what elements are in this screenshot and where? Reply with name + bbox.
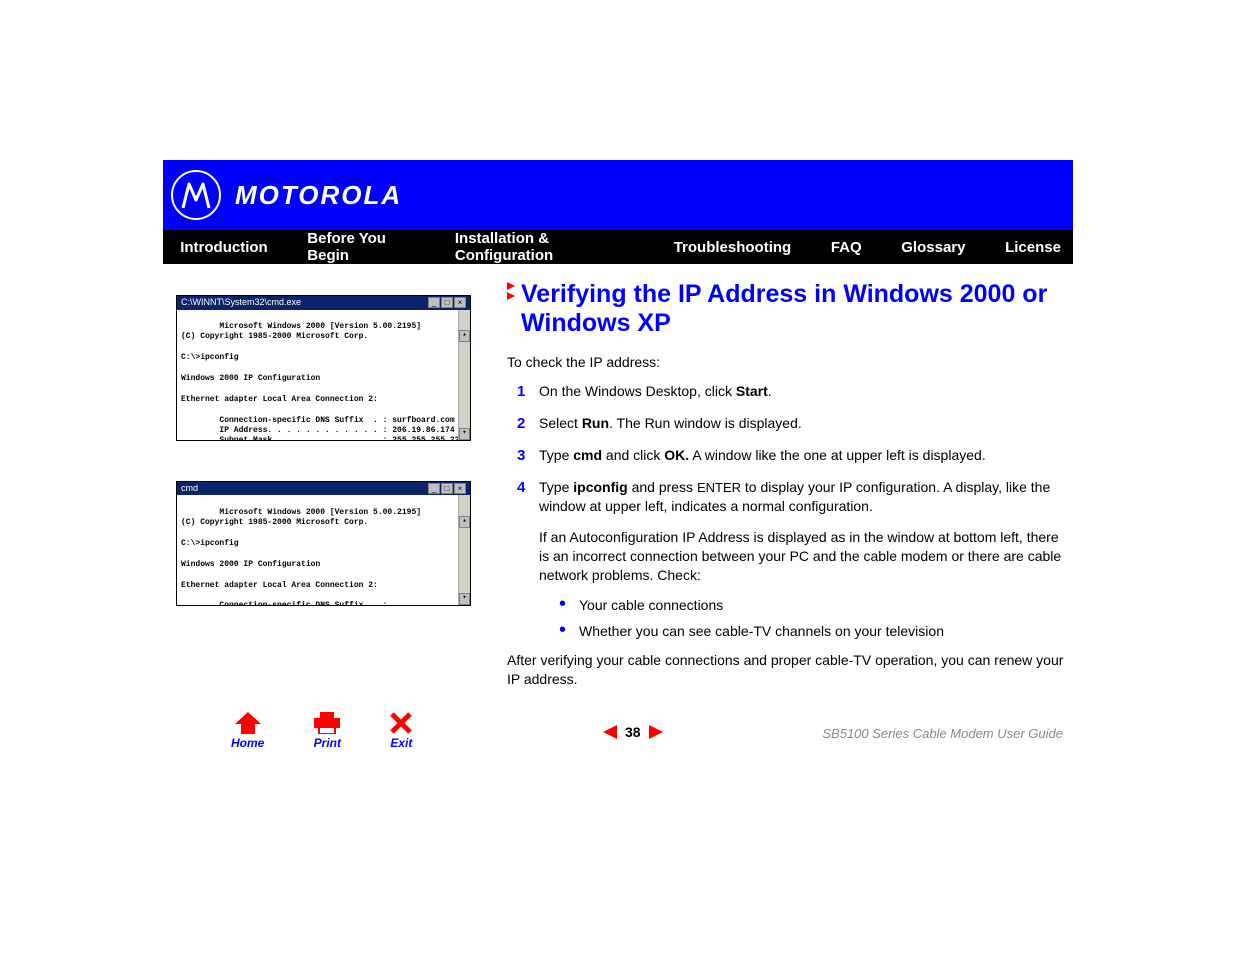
scroll-up-icon[interactable]: ▴ xyxy=(459,516,470,528)
motorola-logo-icon xyxy=(171,170,221,220)
print-label: Print xyxy=(314,736,341,750)
nav-before-you-begin[interactable]: Before You Begin xyxy=(295,230,427,264)
after-paragraph: After verifying your cable connections a… xyxy=(507,651,1067,689)
cmd-window-title: cmd xyxy=(181,483,198,495)
scroll-down-icon[interactable]: ▾ xyxy=(459,593,470,605)
check-item-cables: Your cable connections xyxy=(559,597,1067,613)
page-footer: Home Print Exit 38 SB5100 Series Cable M… xyxy=(163,712,1073,758)
home-label: Home xyxy=(231,736,264,750)
footer-actions: Home Print Exit xyxy=(231,712,412,750)
check-item-tv: Whether you can see cable-TV channels on… xyxy=(559,623,1067,639)
printer-icon xyxy=(312,712,342,734)
cmd-window-autoconfig: cmd _ □ × Microsoft Windows 2000 [Versio… xyxy=(176,481,471,607)
check-list: Your cable connections Whether you can s… xyxy=(559,597,1067,639)
nav-glossary[interactable]: Glossary xyxy=(889,239,977,256)
prev-page-button[interactable] xyxy=(603,725,617,739)
nav-introduction[interactable]: Introduction xyxy=(168,239,279,256)
scrollbar[interactable]: ▴ ▾ xyxy=(458,495,470,605)
window-controls: _ □ × xyxy=(428,483,466,494)
intro-text: To check the IP address: xyxy=(507,354,1067,370)
cmd-output: Microsoft Windows 2000 [Version 5.00.219… xyxy=(181,508,455,606)
close-icon[interactable]: × xyxy=(454,297,466,308)
cmd-output: Microsoft Windows 2000 [Version 5.00.219… xyxy=(181,322,470,440)
screenshot-column: C:\WINNT\System32\cmd.exe _ □ × Microsof… xyxy=(176,295,471,646)
scroll-up-icon[interactable]: ▴ xyxy=(459,330,470,342)
cmd-body: Microsoft Windows 2000 [Version 5.00.219… xyxy=(177,495,470,605)
nav-bar: Introduction Before You Begin Installati… xyxy=(163,230,1073,264)
step-3: 3Type cmd and click OK. A window like th… xyxy=(517,446,1067,466)
page-title: Verifying the IP Address in Windows 2000… xyxy=(507,280,1067,338)
brand-text: MOTOROLA xyxy=(235,180,402,211)
page-nav: 38 xyxy=(603,724,663,740)
exit-label: Exit xyxy=(390,736,412,750)
page-title-text: Verifying the IP Address in Windows 2000… xyxy=(521,280,1067,338)
exit-icon xyxy=(390,712,412,734)
cmd-window-normal: C:\WINNT\System32\cmd.exe _ □ × Microsof… xyxy=(176,295,471,441)
text-column: Verifying the IP Address in Windows 2000… xyxy=(507,280,1067,688)
autoconfig-paragraph: If an Autoconfiguration IP Address is di… xyxy=(539,528,1067,585)
cmd-window-title: C:\WINNT\System32\cmd.exe xyxy=(181,297,301,309)
step-1: 1On the Windows Desktop, click Start. xyxy=(517,382,1067,402)
exit-button[interactable]: Exit xyxy=(390,712,412,750)
home-button[interactable]: Home xyxy=(231,712,264,750)
cmd-window-titlebar: cmd _ □ × xyxy=(177,482,470,496)
nav-installation[interactable]: Installation & Configuration xyxy=(443,230,638,264)
close-icon[interactable]: × xyxy=(454,483,466,494)
home-icon xyxy=(235,712,261,734)
step-4: 4Type ipconfig and press ENTER to displa… xyxy=(517,478,1067,516)
nav-license[interactable]: License xyxy=(993,239,1073,256)
next-page-button[interactable] xyxy=(649,725,663,739)
nav-troubleshooting[interactable]: Troubleshooting xyxy=(662,239,804,256)
header-bar: MOTOROLA xyxy=(163,160,1073,230)
minimize-icon[interactable]: _ xyxy=(428,297,440,308)
guide-title: SB5100 Series Cable Modem User Guide xyxy=(822,726,1063,741)
maximize-icon[interactable]: □ xyxy=(441,483,453,494)
print-button[interactable]: Print xyxy=(312,712,342,750)
window-controls: _ □ × xyxy=(428,297,466,308)
cmd-window-titlebar: C:\WINNT\System32\cmd.exe _ □ × xyxy=(177,296,470,310)
page-number: 38 xyxy=(625,724,641,740)
minimize-icon[interactable]: _ xyxy=(428,483,440,494)
step-2: 2Select Run. The Run window is displayed… xyxy=(517,414,1067,434)
scroll-down-icon[interactable]: ▾ xyxy=(459,428,470,440)
steps-list: 1On the Windows Desktop, click Start. 2S… xyxy=(517,382,1067,517)
scrollbar[interactable]: ▴ ▾ xyxy=(458,310,470,440)
nav-faq[interactable]: FAQ xyxy=(819,239,874,256)
heading-arrow-icon xyxy=(507,280,519,294)
maximize-icon[interactable]: □ xyxy=(441,297,453,308)
cmd-body: Microsoft Windows 2000 [Version 5.00.219… xyxy=(177,310,470,440)
